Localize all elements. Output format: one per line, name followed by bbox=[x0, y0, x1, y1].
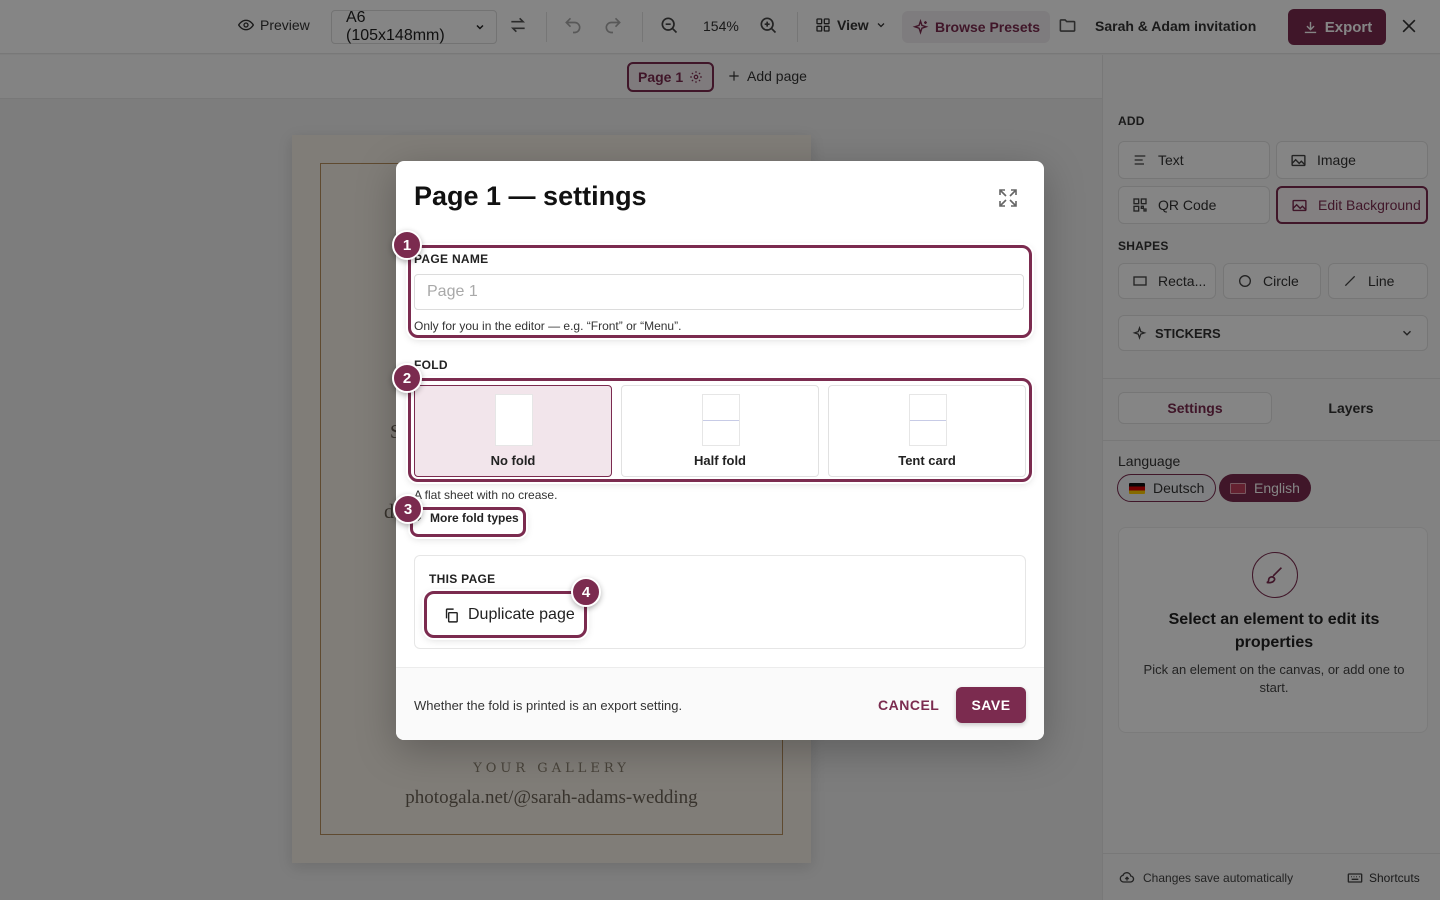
duplicate-page-button[interactable]: Duplicate page bbox=[429, 598, 589, 632]
fold-option-half-fold[interactable]: Half fold bbox=[621, 385, 819, 477]
tour-step-badge-3: 3 bbox=[393, 494, 423, 524]
this-page-label: THIS PAGE bbox=[429, 572, 496, 586]
save-button[interactable]: SAVE bbox=[956, 687, 1026, 723]
page-name-input[interactable] bbox=[414, 274, 1024, 310]
export-setting-note: Whether the fold is printed is an export… bbox=[414, 698, 683, 713]
fold-help: A flat sheet with no crease. bbox=[414, 488, 558, 502]
tour-step-badge-4: 4 bbox=[571, 577, 601, 607]
dialog-title: Page 1 — settings bbox=[414, 181, 647, 211]
half-fold-preview-icon bbox=[702, 394, 740, 446]
duplicate-page-label: Duplicate page bbox=[468, 606, 575, 623]
tent-card-preview-icon bbox=[909, 394, 947, 446]
expand-dialog-button[interactable] bbox=[996, 186, 1020, 210]
fold-option-label: Half fold bbox=[694, 453, 746, 468]
this-page-section: THIS PAGE Duplicate page bbox=[414, 555, 1026, 649]
expand-icon bbox=[999, 189, 1017, 207]
cancel-button[interactable]: CANCEL bbox=[866, 690, 951, 720]
more-fold-types-label: More fold types bbox=[430, 511, 519, 525]
tour-step-badge-1: 1 bbox=[392, 230, 422, 260]
dialog-footer: Whether the fold is printed is an export… bbox=[396, 667, 1044, 740]
fold-option-tent-card[interactable]: Tent card bbox=[828, 385, 1026, 477]
more-fold-types-button[interactable]: More fold types bbox=[414, 511, 519, 525]
fold-option-label: No fold bbox=[490, 453, 536, 468]
page-settings-dialog: Page 1 — settings PAGE NAME Only for you… bbox=[396, 161, 1044, 740]
no-fold-preview-icon bbox=[495, 394, 533, 446]
page-name-help: Only for you in the editor — e.g. “Front… bbox=[414, 319, 682, 333]
fold-option-label: Tent card bbox=[898, 453, 956, 468]
tour-step-badge-2: 2 bbox=[392, 363, 422, 393]
page-name-label: PAGE NAME bbox=[414, 252, 489, 266]
fold-option-no-fold[interactable]: No fold bbox=[414, 385, 612, 477]
copy-icon bbox=[445, 607, 458, 623]
